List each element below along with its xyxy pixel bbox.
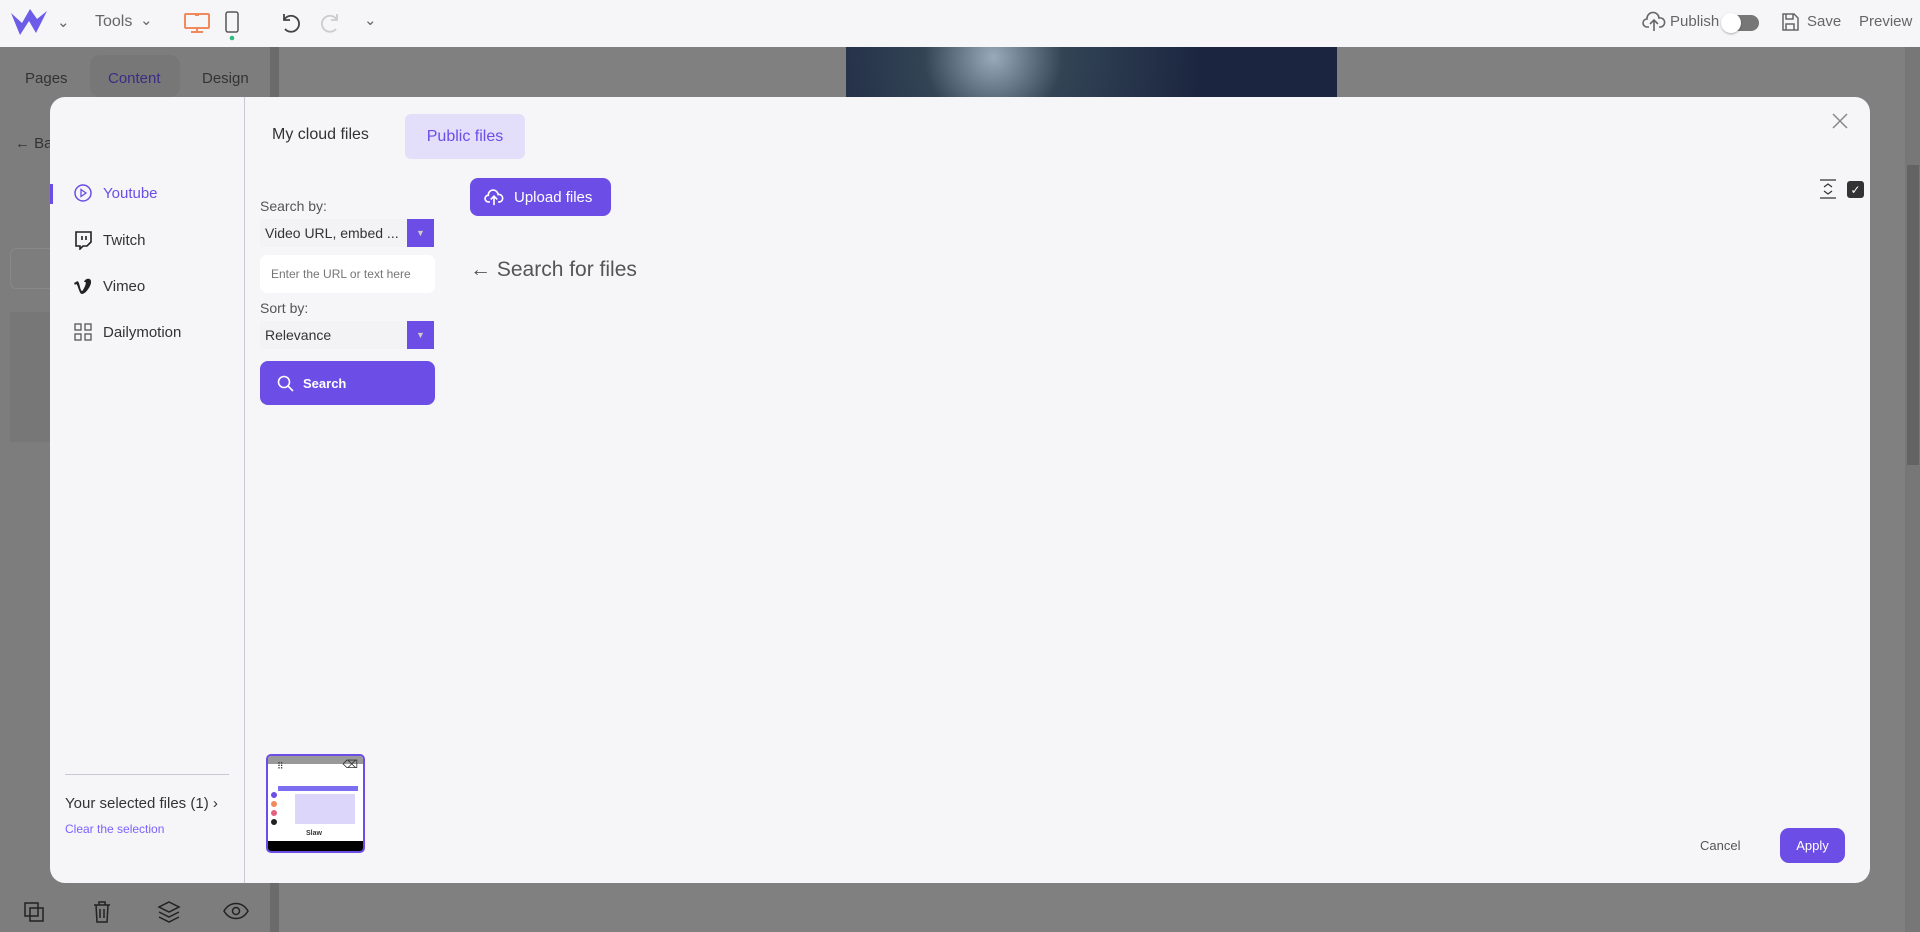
save-icon[interactable] <box>1780 12 1800 32</box>
search-by-value: Video URL, embed ... <box>265 225 399 241</box>
logo-chevron-down-icon[interactable]: ⌄ <box>57 13 70 31</box>
source-label: Dailymotion <box>103 323 182 341</box>
sort-by-value: Relevance <box>265 327 332 343</box>
search-by-select[interactable]: Video URL, embed ... ▼ <box>260 219 434 247</box>
grid-icon <box>74 323 92 341</box>
publish-toggle[interactable] <box>1721 13 1759 33</box>
publish-label: Publish <box>1670 13 1720 30</box>
source-vimeo[interactable]: Vimeo <box>73 276 145 296</box>
desktop-icon[interactable] <box>183 12 211 34</box>
tab-pages[interactable]: Pages <box>25 70 68 87</box>
cloud-upload-icon <box>484 189 504 206</box>
tools-menu[interactable]: Tools <box>95 13 132 31</box>
source-sidebar: Youtube Twitch Vimeo Dailymotion Your se… <box>50 97 245 883</box>
upload-files-button[interactable]: Upload files <box>470 178 611 216</box>
selected-file-thumbnail[interactable]: ⠿ ⌫ Slaw <box>266 754 365 853</box>
scrollbar-thumb[interactable] <box>1907 165 1919 465</box>
back-button[interactable]: ← Ba <box>15 135 53 152</box>
undo-icon[interactable] <box>279 11 303 35</box>
apply-button[interactable]: Apply <box>1780 828 1845 863</box>
duplicate-icon[interactable] <box>22 900 46 924</box>
source-label: Vimeo <box>103 277 146 295</box>
empty-state-message: ← Search for files <box>470 258 637 281</box>
collapse-expand-icon[interactable] <box>1819 179 1837 199</box>
preview-button[interactable]: Preview <box>1859 13 1912 30</box>
dropdown-arrow-icon[interactable]: ▼ <box>407 219 434 247</box>
tab-content[interactable]: Content <box>108 70 161 87</box>
close-icon[interactable] <box>1831 112 1849 130</box>
file-picker-modal: Youtube Twitch Vimeo Dailymotion Your se… <box>50 97 1870 883</box>
redo-icon[interactable] <box>318 11 342 35</box>
toggle-list <box>10 312 50 442</box>
drag-handle-icon[interactable]: ⠿ <box>277 761 284 772</box>
twitch-icon <box>75 231 92 250</box>
tab-my-cloud-files[interactable]: My cloud files <box>272 126 369 144</box>
mobile-icon[interactable] <box>224 11 240 41</box>
layers-icon[interactable] <box>157 900 181 924</box>
canvas-image <box>846 47 1337 97</box>
source-label: Youtube <box>103 184 158 202</box>
dropdown-arrow-icon[interactable]: ▼ <box>407 321 434 349</box>
tab-design[interactable]: Design <box>202 70 249 87</box>
sidebar-divider <box>65 774 229 775</box>
save-button[interactable]: Save <box>1807 13 1841 30</box>
source-youtube[interactable]: Youtube <box>73 183 158 203</box>
top-toolbar: ⌄ Tools ⌄ ⌄ Publish Save Preview <box>0 0 1920 47</box>
search-by-label: Search by: <box>260 198 327 214</box>
cloud-upload-icon <box>1642 11 1666 31</box>
sort-by-select[interactable]: Relevance ▼ <box>260 321 434 349</box>
source-twitch[interactable]: Twitch <box>73 230 146 250</box>
vimeo-icon <box>74 278 92 294</box>
history-chevron-down-icon[interactable]: ⌄ <box>364 11 377 29</box>
selected-files-link[interactable]: Your selected files (1) › <box>65 795 218 812</box>
trash-icon[interactable] <box>91 900 113 924</box>
search-icon <box>277 375 294 392</box>
logo-icon[interactable] <box>10 9 48 37</box>
play-circle-icon <box>74 184 92 202</box>
clear-selection-link[interactable]: Clear the selection <box>65 822 164 836</box>
eye-icon[interactable] <box>223 902 249 920</box>
thumbnail-logo: Slaw <box>306 830 322 837</box>
tools-chevron-down-icon[interactable]: ⌄ <box>140 11 153 29</box>
search-button[interactable]: Search <box>260 361 435 405</box>
sort-by-label: Sort by: <box>260 300 309 316</box>
upload-files-label: Upload files <box>514 188 593 206</box>
search-button-label: Search <box>303 375 347 391</box>
cancel-button[interactable]: Cancel <box>1700 838 1740 853</box>
active-indicator <box>50 184 53 204</box>
search-input[interactable] <box>260 255 435 293</box>
select-all-checkbox[interactable]: ✓ <box>1847 181 1864 198</box>
tab-public-files[interactable]: Public files <box>405 114 525 159</box>
source-label: Twitch <box>103 231 146 249</box>
source-dailymotion[interactable]: Dailymotion <box>73 322 181 342</box>
eraser-icon[interactable]: ⌫ <box>342 758 358 771</box>
